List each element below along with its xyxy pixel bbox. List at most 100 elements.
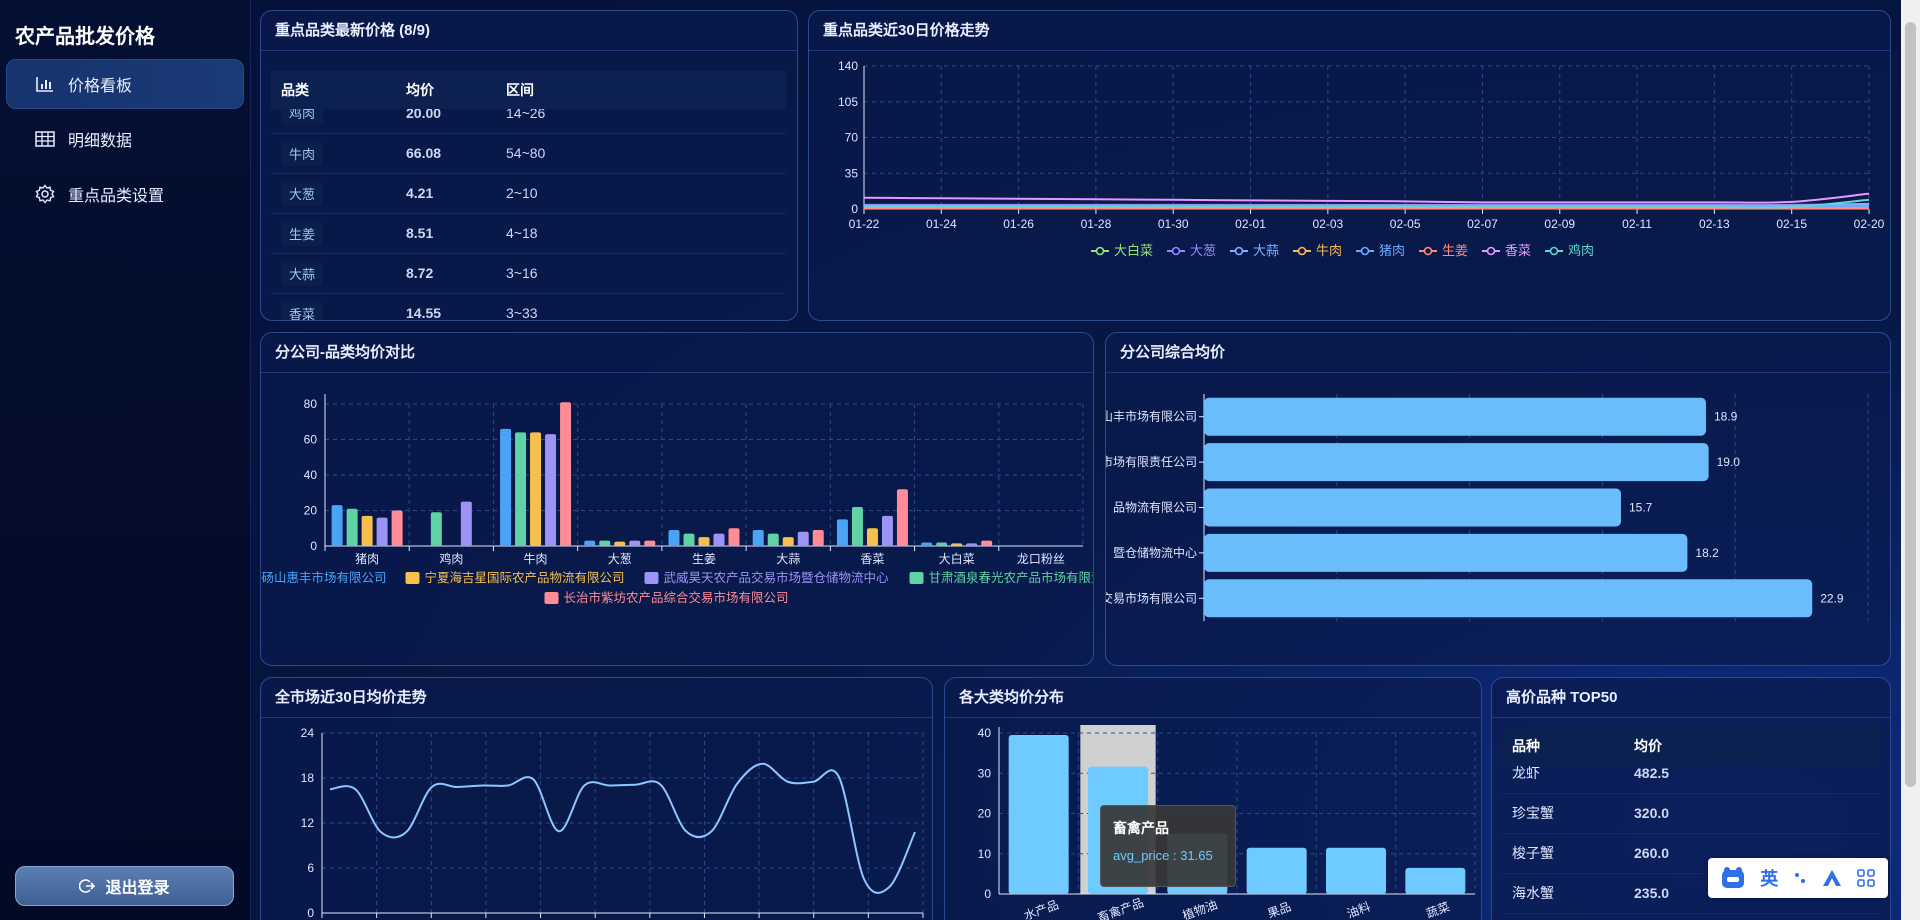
bar[interactable] bbox=[1246, 847, 1307, 894]
bar[interactable] bbox=[836, 519, 848, 546]
x-tick-label: 01-28 bbox=[1081, 217, 1112, 231]
bar[interactable] bbox=[515, 432, 527, 546]
logout-button[interactable]: 退出登录 bbox=[15, 866, 234, 906]
series-line[interactable] bbox=[329, 762, 916, 894]
bar[interactable] bbox=[500, 428, 512, 546]
table-row[interactable]: 大蒜 8.72 3~16 bbox=[271, 253, 786, 294]
table-icon bbox=[34, 128, 56, 150]
bar[interactable] bbox=[812, 530, 824, 546]
x-tick-label: 猪肉 bbox=[355, 552, 379, 566]
table-row[interactable]: 大葱 4.21 2~10 bbox=[271, 173, 786, 214]
bar[interactable] bbox=[1008, 735, 1069, 894]
bar[interactable] bbox=[713, 533, 725, 546]
avg-price-cell: 8.72 bbox=[396, 253, 496, 294]
bar[interactable] bbox=[644, 540, 656, 546]
x-tick-label: 水产品 bbox=[1022, 898, 1061, 920]
y-tick-label: 40 bbox=[304, 468, 318, 482]
bar[interactable] bbox=[698, 537, 710, 546]
translate-widget[interactable]: 英 bbox=[1708, 858, 1888, 898]
bar[interactable] bbox=[668, 530, 680, 546]
bar[interactable] bbox=[629, 540, 641, 546]
bar[interactable] bbox=[1204, 488, 1621, 527]
table-row[interactable]: 珍宝蟹 320.0 bbox=[1502, 793, 1880, 834]
translate-language-label[interactable]: 英 bbox=[1760, 865, 1778, 891]
dots-icon[interactable] bbox=[1793, 871, 1807, 885]
category-cell: 生姜 bbox=[271, 213, 396, 254]
bar[interactable] bbox=[683, 533, 695, 546]
bar[interactable] bbox=[346, 508, 358, 546]
col-header: 区间 bbox=[496, 71, 786, 109]
legend-swatch[interactable] bbox=[909, 572, 924, 584]
page-scrollbar[interactable] bbox=[1901, 0, 1920, 920]
scrollbar-thumb[interactable] bbox=[1905, 22, 1916, 787]
bar[interactable] bbox=[361, 515, 373, 546]
bar[interactable] bbox=[1204, 443, 1709, 482]
bar[interactable] bbox=[430, 512, 442, 546]
x-tick-label: 02-09 bbox=[1544, 217, 1575, 231]
y-tick-label: 35 bbox=[845, 166, 859, 180]
bar[interactable] bbox=[797, 531, 809, 546]
legend-swatch[interactable] bbox=[644, 572, 659, 584]
bar[interactable] bbox=[376, 517, 388, 546]
x-tick-label: 02-03 bbox=[1312, 217, 1343, 231]
legend-swatch[interactable] bbox=[544, 592, 559, 604]
sidebar-item-label: 价格看板 bbox=[68, 78, 133, 95]
bar[interactable] bbox=[752, 530, 764, 546]
bar[interactable] bbox=[331, 505, 343, 546]
table-row[interactable]: 生姜 8.51 4~18 bbox=[271, 213, 786, 254]
variety-cell: 梭子蟹 bbox=[1502, 833, 1624, 874]
bar[interactable] bbox=[1204, 579, 1813, 618]
y-tick-label: 60 bbox=[304, 433, 318, 447]
bar[interactable] bbox=[881, 515, 893, 546]
bar[interactable] bbox=[545, 434, 557, 546]
bar[interactable] bbox=[896, 489, 908, 546]
sidebar-item-price-board[interactable]: 价格看板 bbox=[6, 59, 244, 109]
bar[interactable] bbox=[1204, 533, 1688, 572]
y-tick-label: 交易市场有限公司 bbox=[1106, 590, 1197, 605]
bar[interactable] bbox=[1405, 867, 1466, 894]
latest-prices-table-scroll[interactable]: 品类 均价 区间 鸡肉 20.00 14~26 牛肉 66.08 54~80 大葱 4.21 2… bbox=[271, 71, 786, 320]
x-tick-label: 大葱 bbox=[608, 552, 632, 566]
range-cell: 4~18 bbox=[496, 213, 786, 254]
bar[interactable] bbox=[782, 537, 794, 546]
bar[interactable] bbox=[767, 533, 779, 546]
bar[interactable] bbox=[1326, 847, 1386, 894]
bar[interactable] bbox=[530, 432, 542, 546]
table-row[interactable]: 香菜 14.55 3~33 bbox=[271, 293, 786, 320]
bar[interactable] bbox=[866, 528, 878, 546]
branch-avg-panel: 分公司综合均价 山丰市场有限公司 18.9 市场有限责任公司 19.0 品物流有限公司 1… bbox=[1105, 332, 1891, 666]
bar[interactable] bbox=[599, 540, 611, 546]
bar[interactable] bbox=[460, 501, 472, 546]
bar[interactable] bbox=[851, 506, 863, 546]
sidebar-item-key-category-settings[interactable]: 重点品类设置 bbox=[6, 169, 244, 219]
category-cell: 大蒜 bbox=[271, 253, 396, 294]
table-row[interactable]: 龙虾 482.5 bbox=[1502, 765, 1880, 794]
table-row[interactable]: 牛肉 66.08 54~80 bbox=[271, 133, 786, 174]
bar[interactable] bbox=[951, 543, 963, 546]
bar[interactable] bbox=[614, 541, 626, 546]
bar[interactable] bbox=[966, 543, 978, 546]
legend-label: 长治市紫坊农产品综合交易市场有限公司 bbox=[564, 590, 789, 605]
category-tag: 牛肉 bbox=[281, 140, 324, 166]
y-tick-label: 40 bbox=[978, 726, 992, 740]
legend-marker bbox=[1234, 246, 1244, 256]
bar[interactable] bbox=[921, 542, 933, 546]
bar[interactable] bbox=[981, 540, 993, 546]
avg-price-cell: 8.51 bbox=[396, 213, 496, 254]
series-line[interactable] bbox=[863, 192, 1870, 204]
brand-icon[interactable] bbox=[1822, 869, 1842, 887]
legend-swatch[interactable] bbox=[405, 572, 420, 584]
grid-apps-icon[interactable] bbox=[1856, 869, 1875, 887]
x-tick-label: 02-15 bbox=[1776, 217, 1807, 231]
bar[interactable] bbox=[728, 528, 740, 546]
sidebar-item-detail-data[interactable]: 明细数据 bbox=[6, 114, 244, 164]
series-line[interactable] bbox=[863, 202, 1870, 206]
col-header: 均价 bbox=[1624, 727, 1880, 765]
legend-label: 武威昊天农产品交易市场暨仓储物流中心 bbox=[664, 570, 890, 585]
bar[interactable] bbox=[936, 542, 948, 546]
table-row[interactable]: 鸡肉 20.00 14~26 bbox=[271, 109, 786, 134]
bar[interactable] bbox=[560, 402, 572, 546]
bar[interactable] bbox=[391, 510, 403, 547]
bar[interactable] bbox=[584, 540, 596, 546]
bar[interactable] bbox=[1204, 397, 1706, 436]
